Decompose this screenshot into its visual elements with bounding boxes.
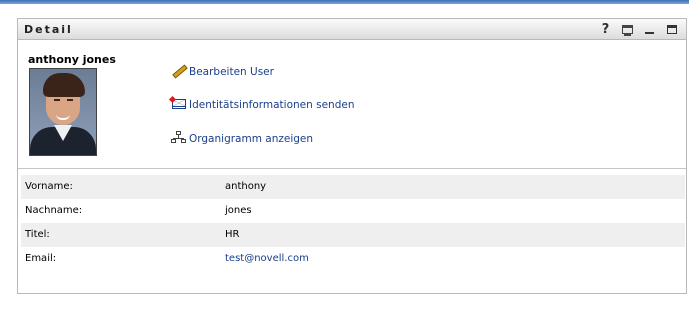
send-identity-link[interactable]: Identitätsinformationen senden: [168, 95, 355, 111]
field-label: Vorname:: [25, 181, 73, 192]
edit-user-link[interactable]: Bearbeiten User: [170, 63, 274, 79]
user-photo: [29, 68, 97, 156]
top-accent-bar: [0, 0, 689, 4]
email-icon: [168, 95, 187, 111]
minimize-icon[interactable]: [643, 22, 656, 36]
org-chart-link[interactable]: Organigramm anzeigen: [170, 130, 313, 145]
field-value: jones: [225, 205, 252, 216]
edit-user-label: Bearbeiten User: [189, 66, 274, 78]
field-value: HR: [225, 229, 240, 240]
pencil-icon: [170, 63, 188, 79]
portlet-titlebar: Detail ?: [18, 19, 686, 40]
field-row-email: Email: test@novell.com: [21, 247, 685, 271]
field-label: Email:: [25, 253, 57, 264]
portlet-title: Detail: [24, 23, 73, 36]
org-chart-label: Organigramm anzeigen: [189, 133, 314, 145]
field-row-title: Titel: HR: [21, 223, 685, 247]
print-icon[interactable]: [621, 22, 634, 36]
email-link[interactable]: test@novell.com: [225, 253, 309, 264]
detail-portlet: Detail ? anthony jones Bearbeiten User I…: [17, 18, 687, 294]
user-name: anthony jones: [28, 53, 116, 66]
portlet-controls: ?: [599, 21, 678, 37]
maximize-icon[interactable]: [665, 22, 678, 36]
field-row-firstname: Vorname: anthony: [21, 175, 685, 199]
field-label: Titel:: [25, 229, 50, 240]
org-chart-icon: [170, 130, 187, 145]
section-divider: [18, 168, 686, 169]
field-label: Nachname:: [25, 205, 83, 216]
field-value: anthony: [225, 181, 267, 192]
send-identity-label: Identitätsinformationen senden: [189, 99, 355, 111]
field-row-lastname: Nachname: jones: [21, 199, 685, 223]
help-icon[interactable]: ?: [599, 22, 612, 37]
